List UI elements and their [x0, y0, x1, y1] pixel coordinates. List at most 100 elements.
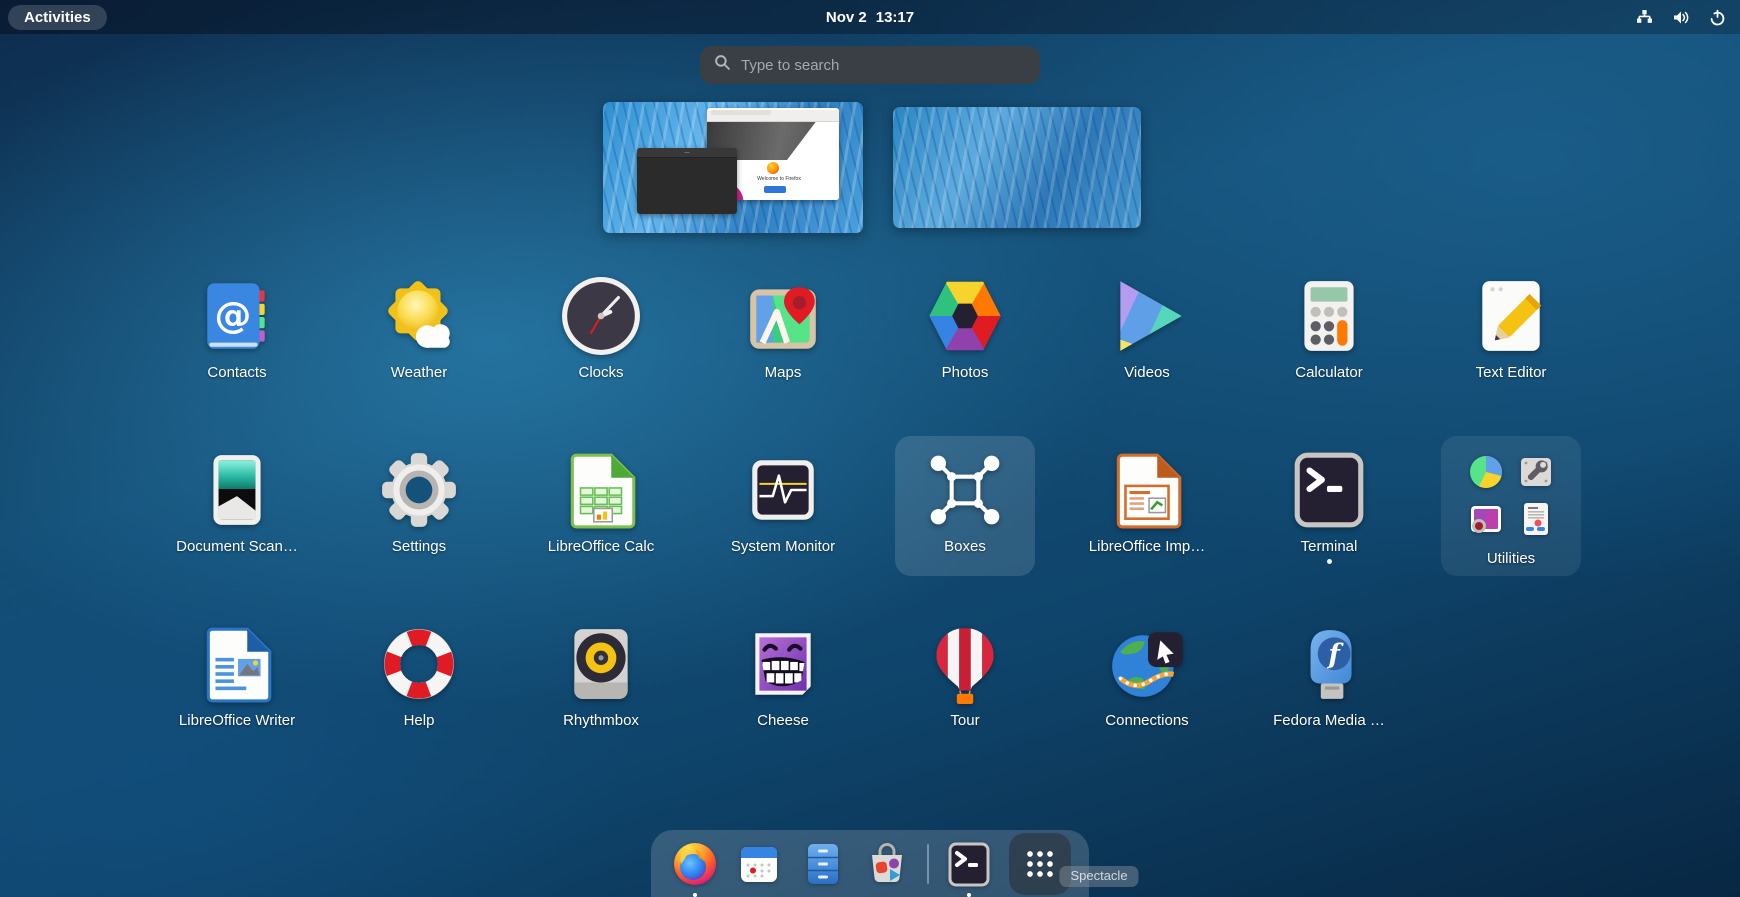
app-label: Photos [941, 364, 989, 381]
running-indicator [693, 892, 697, 897]
clocks-icon [560, 275, 642, 357]
app-label: Contacts [207, 364, 267, 381]
libreoffice-calc-icon [560, 449, 642, 531]
app-maps[interactable]: Maps [713, 262, 853, 402]
cheese-icon [742, 623, 824, 705]
libreoffice-impress-icon [1106, 449, 1188, 531]
app-libreoffice-calc[interactable]: LibreOffice Calc [531, 436, 671, 576]
workspace-thumbnail-2[interactable] [893, 107, 1141, 228]
app-calculator[interactable]: Calculator [1259, 262, 1399, 402]
app-contacts[interactable]: @ Contacts [167, 262, 307, 402]
dock-calendar[interactable] [735, 840, 783, 888]
app-label: Text Editor [1475, 364, 1547, 381]
system-monitor-icon [742, 449, 824, 531]
app-label: LibreOffice Writer [178, 712, 296, 729]
settings-icon [378, 449, 460, 531]
screenshot-icon [1468, 501, 1504, 537]
app-weather[interactable]: Weather [349, 262, 489, 402]
app-connections[interactable]: Connections [1077, 610, 1217, 750]
activities-label: Activities [24, 8, 91, 26]
clock-time: 13:17 [875, 8, 915, 26]
app-clocks[interactable]: Clocks [531, 262, 671, 402]
system-status-area[interactable] [1636, 9, 1740, 26]
clock-button[interactable]: Nov 2 13:17 [826, 9, 914, 26]
firefox-toolbar [707, 110, 839, 122]
dock-separator [927, 843, 929, 884]
app-label: LibreOffice Calc [547, 538, 655, 555]
network-wired-icon [1636, 9, 1653, 26]
terminal-icon [948, 842, 990, 886]
text-editor-icon [1470, 275, 1552, 357]
calendar-icon [741, 846, 777, 882]
app-grid-row-2: Document Scan… Settings LibreOffice Calc… [167, 436, 1581, 576]
maps-icon [742, 275, 824, 357]
app-grid-row-1: @ Contacts Weather Clocks Maps Photos Vi… [167, 262, 1581, 402]
activities-button[interactable]: Activities [8, 4, 107, 30]
app-boxes[interactable]: Boxes [895, 436, 1035, 576]
app-label: Connections [1105, 712, 1189, 729]
app-grid-icon [1027, 850, 1053, 877]
app-label: Clocks [578, 364, 624, 381]
app-label: Rhythmbox [563, 712, 639, 729]
top-bar: Activities Nov 2 13:17 [0, 0, 1740, 34]
software-icon [872, 842, 902, 882]
app-libreoffice-impress[interactable]: LibreOffice Imp… [1077, 436, 1217, 576]
app-text-editor[interactable]: Text Editor [1441, 262, 1581, 402]
app-label: Boxes [944, 538, 986, 555]
dock-terminal[interactable] [945, 840, 993, 897]
boxes-icon [924, 449, 1006, 531]
app-document-scanner[interactable]: Document Scan… [167, 436, 307, 576]
contacts-icon: @ [196, 275, 278, 357]
app-system-monitor[interactable]: System Monitor [713, 436, 853, 576]
app-label: Weather [390, 364, 448, 381]
calculator-icon [1288, 275, 1370, 357]
dock-firefox[interactable] [671, 840, 719, 897]
app-terminal[interactable]: Terminal [1259, 436, 1399, 576]
app-label: Videos [1124, 364, 1170, 381]
dash-dock: Spectacle [651, 830, 1139, 897]
terminal-window-preview[interactable]: — [637, 148, 737, 214]
search-input[interactable] [741, 56, 1026, 74]
app-label: Settings [391, 538, 447, 555]
dock-files[interactable] [799, 840, 847, 888]
usage-pie-icon [1468, 454, 1504, 490]
app-libreoffice-writer[interactable]: LibreOffice Writer [167, 610, 307, 750]
search-icon [714, 54, 731, 76]
firefox-welcome-text: Welcome to Firefox [757, 176, 801, 182]
folder-preview [1468, 454, 1554, 540]
document-scanner-icon [196, 449, 278, 531]
clock-date: Nov 2 [825, 8, 867, 26]
svg-text:@: @ [214, 293, 251, 336]
app-grid-row-3: LibreOffice Writer Help Rhythmbox Cheese… [167, 610, 1581, 750]
document-viewer-icon [1518, 501, 1554, 537]
app-label: Fedora Media … [1273, 712, 1385, 729]
app-grid: @ Contacts Weather Clocks Maps Photos Vi… [167, 262, 1581, 784]
folder-utilities[interactable]: Utilities [1441, 436, 1581, 576]
app-photos[interactable]: Photos [895, 262, 1035, 402]
firefox-icon [674, 842, 716, 885]
app-help[interactable]: Help [349, 610, 489, 750]
search-bar[interactable] [700, 46, 1040, 84]
app-rhythmbox[interactable]: Rhythmbox [531, 610, 671, 750]
help-icon [378, 623, 460, 705]
app-label: Help [403, 712, 435, 729]
running-indicator [967, 892, 971, 897]
power-icon [1709, 9, 1726, 26]
app-tour[interactable]: Tour [895, 610, 1035, 750]
dock-tooltip: Spectacle [1059, 865, 1139, 887]
terminal-titlebar: — [637, 148, 737, 158]
dock-software[interactable]: Spectacle [863, 840, 1139, 888]
app-cheese[interactable]: Cheese [713, 610, 853, 750]
fedora-media-writer-icon: f [1288, 623, 1370, 705]
app-label: Maps [764, 364, 802, 381]
app-videos[interactable]: Videos [1077, 262, 1217, 402]
folder-label: Utilities [1486, 550, 1536, 567]
app-fedora-media-writer[interactable]: f Fedora Media … [1259, 610, 1399, 750]
app-settings[interactable]: Settings [349, 436, 489, 576]
workspace-thumbnail-1[interactable]: Welcome to Firefox — [603, 102, 863, 233]
app-label: LibreOffice Imp… [1088, 538, 1206, 555]
running-indicator [1326, 559, 1332, 564]
tour-icon [924, 623, 1006, 705]
volume-icon [1672, 9, 1690, 26]
app-label: Tour [950, 712, 980, 729]
